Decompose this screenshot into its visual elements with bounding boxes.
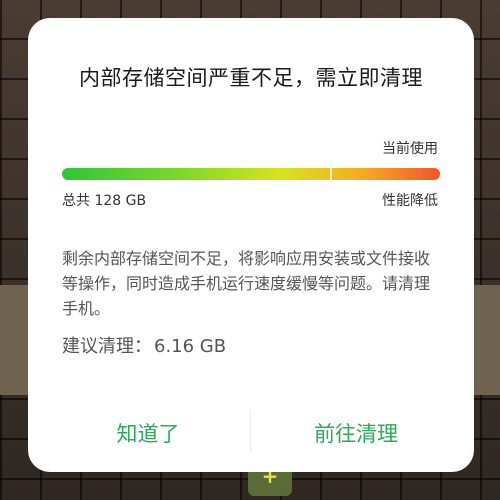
total-storage-label: 总共 128 GB [62, 193, 147, 209]
current-usage-label: 当前使用 [382, 141, 438, 157]
dialog-message: 剩余内部存储空间不足，将影响应用安装或文件接收等操作，同时造成手机运行速度缓慢等… [62, 249, 431, 318]
dialog-title: 内部存储空间严重不足，需立即清理 [79, 66, 423, 90]
suggest-amount: 6.16 GB [154, 336, 227, 357]
storage-usage-bar [62, 167, 440, 181]
performance-degraded-label: 性能降低 [382, 193, 438, 209]
suggested-cleanup: 建议清理： 6.16 GB [62, 332, 226, 358]
go-clean-button[interactable]: 前往清理 [256, 410, 456, 458]
button-divider [250, 410, 251, 452]
storage-warning-dialog: 内部存储空间严重不足，需立即清理 当前使用 总共 128 GB 性能降低 剩余内… [28, 18, 474, 472]
background-block-left [0, 285, 30, 395]
suggest-label: 建议清理： [62, 336, 152, 357]
dismiss-button[interactable]: 知道了 [48, 410, 248, 458]
current-usage-marker [330, 167, 333, 181]
